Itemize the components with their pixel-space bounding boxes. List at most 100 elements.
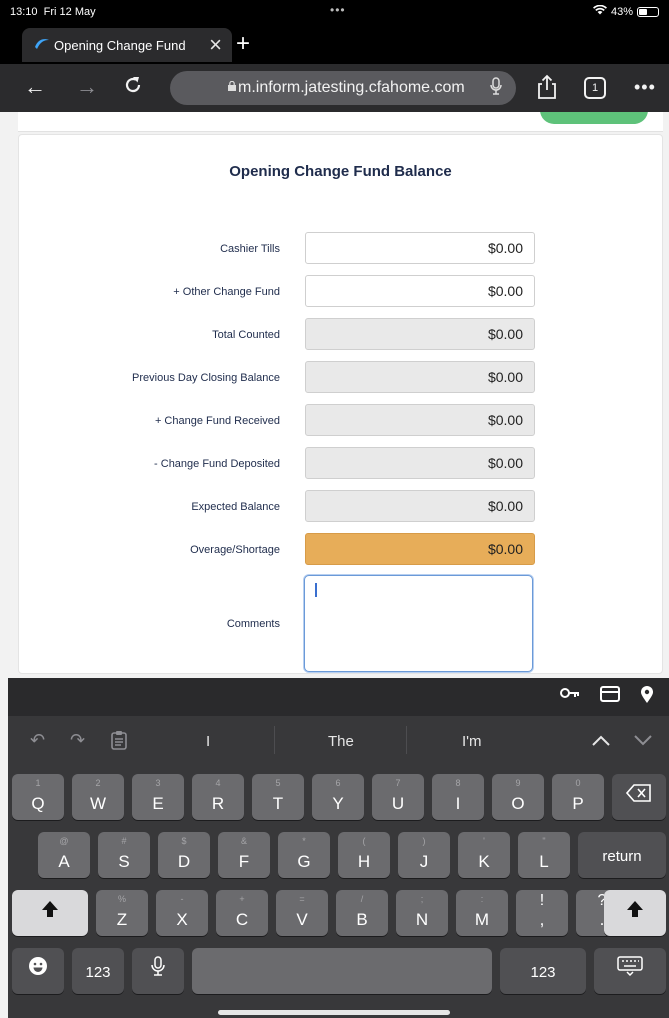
dictation-key[interactable] bbox=[132, 948, 184, 994]
key-s[interactable]: # S bbox=[98, 832, 150, 878]
change-fund-received-label: + Change Fund Received bbox=[154, 415, 280, 427]
microphone-icon bbox=[132, 956, 184, 981]
key-e[interactable]: 3E bbox=[132, 774, 184, 820]
key-x[interactable]: -X bbox=[156, 890, 208, 936]
change-fund-deposited-label: - Change Fund Deposited bbox=[154, 458, 280, 470]
emoji-key[interactable] bbox=[12, 948, 64, 994]
web-page: Opening Change Fund Balance Cashier Till… bbox=[0, 112, 669, 678]
undo-icon[interactable]: ↶ bbox=[30, 730, 45, 751]
location-pin-icon[interactable] bbox=[640, 686, 654, 709]
key-v[interactable]: = V bbox=[276, 890, 328, 936]
total-counted-value: $0.00 bbox=[305, 318, 535, 350]
key-z[interactable]: % Z bbox=[96, 890, 148, 936]
key-w[interactable]: 2W bbox=[72, 774, 124, 820]
numbers-key-left[interactable]: 123 bbox=[72, 948, 124, 994]
status-bar: 13:10 Fri 12 May ••• 43% bbox=[0, 0, 669, 22]
key-y[interactable]: 6Y bbox=[312, 774, 364, 820]
password-key-icon[interactable] bbox=[560, 686, 580, 704]
previous-day-closing-value: $0.00 bbox=[305, 361, 535, 393]
multitasking-dots-icon[interactable]: ••• bbox=[330, 3, 346, 17]
key-i[interactable]: 8I bbox=[432, 774, 484, 820]
keyboard-dismiss-icon bbox=[594, 956, 666, 981]
key-f[interactable]: & F bbox=[218, 832, 270, 878]
browser-toolbar: ← → m.inform.jatesting.cfahome.com 1 ••• bbox=[0, 64, 669, 112]
key-k[interactable]: ' K bbox=[458, 832, 510, 878]
other-change-fund-input[interactable]: $0.00 bbox=[305, 275, 535, 307]
key-g[interactable]: * G bbox=[278, 832, 330, 878]
more-options-icon[interactable]: ••• bbox=[634, 77, 656, 98]
credit-card-icon[interactable] bbox=[600, 686, 620, 707]
shift-arrow-icon bbox=[12, 900, 88, 923]
redo-icon[interactable]: ↷ bbox=[70, 730, 85, 751]
suggestion-2[interactable]: The bbox=[328, 733, 354, 750]
tab-switcher-button[interactable]: 1 bbox=[584, 77, 606, 99]
key-q[interactable]: 1Q bbox=[12, 774, 64, 820]
key-n[interactable]: ; N bbox=[396, 890, 448, 936]
key-r[interactable]: 4R bbox=[192, 774, 244, 820]
key-j[interactable]: ) J bbox=[398, 832, 450, 878]
shift-key-left[interactable] bbox=[12, 890, 88, 936]
key-l[interactable]: " L bbox=[518, 832, 570, 878]
site-favicon-icon bbox=[34, 38, 50, 53]
chevron-down-icon[interactable] bbox=[634, 730, 652, 751]
tab-title: Opening Change Fund bbox=[54, 38, 186, 53]
key-h[interactable]: (H bbox=[338, 832, 390, 878]
key-o[interactable]: 9O bbox=[492, 774, 544, 820]
hide-keyboard-key[interactable] bbox=[594, 948, 666, 994]
suggestion-divider bbox=[274, 726, 275, 754]
new-tab-icon[interactable]: + bbox=[236, 30, 250, 58]
microphone-icon[interactable] bbox=[490, 77, 502, 100]
back-icon[interactable]: ← bbox=[24, 74, 46, 100]
onscreen-keyboard: ↶ ↷ I The I'm 1Q 2W 3E 4R 5T 6Y 7U 8I 9O… bbox=[8, 716, 669, 1018]
home-indicator[interactable] bbox=[218, 1010, 450, 1015]
change-fund-card: Opening Change Fund Balance Cashier Till… bbox=[18, 134, 663, 674]
url-text: m.inform.jatesting.cfahome.com bbox=[238, 79, 465, 96]
chevron-up-icon[interactable] bbox=[592, 730, 610, 751]
key-c[interactable]: + C bbox=[216, 890, 268, 936]
key-comma[interactable]: !, bbox=[516, 890, 568, 936]
keyboard-accessory-bar bbox=[8, 678, 669, 716]
text-cursor bbox=[315, 583, 317, 597]
change-fund-deposited-value: $0.00 bbox=[305, 447, 535, 479]
previous-day-closing-label: Previous Day Closing Balance bbox=[132, 372, 280, 384]
space-bar[interactable] bbox=[192, 948, 492, 994]
key-b[interactable]: / B bbox=[336, 890, 388, 936]
paste-icon[interactable] bbox=[110, 730, 128, 755]
forward-icon[interactable]: → bbox=[76, 74, 98, 100]
header-green-button[interactable] bbox=[540, 112, 648, 124]
share-icon[interactable] bbox=[536, 74, 558, 106]
shift-key-right[interactable] bbox=[604, 890, 666, 936]
comments-textarea[interactable] bbox=[304, 575, 533, 672]
battery-percent: 43% bbox=[610, 5, 633, 18]
suggestion-1[interactable]: I bbox=[206, 733, 210, 750]
cashier-tills-input[interactable]: $0.00 bbox=[305, 232, 535, 264]
card-title: Opening Change Fund Balance bbox=[229, 163, 452, 180]
delete-backward-icon bbox=[612, 784, 666, 807]
reload-icon[interactable] bbox=[122, 74, 144, 102]
other-change-fund-label: + Other Change Fund bbox=[173, 286, 280, 298]
tab-strip: Opening Change Fund × + bbox=[0, 22, 669, 64]
key-a[interactable]: @ A bbox=[38, 832, 90, 878]
browser-tab[interactable]: Opening Change Fund × bbox=[22, 28, 232, 62]
close-tab-icon[interactable]: × bbox=[209, 32, 222, 58]
suggestion-3[interactable]: I'm bbox=[462, 733, 482, 750]
suggestion-bar: ↶ ↷ I The I'm bbox=[8, 716, 669, 766]
key-d[interactable]: $ D bbox=[158, 832, 210, 878]
total-counted-label: Total Counted bbox=[212, 329, 280, 341]
comments-label: Comments bbox=[226, 618, 280, 630]
address-bar[interactable]: m.inform.jatesting.cfahome.com bbox=[170, 71, 516, 105]
expected-balance-value: $0.00 bbox=[305, 490, 535, 522]
key-u[interactable]: 7U bbox=[372, 774, 424, 820]
key-m[interactable]: :M bbox=[456, 890, 508, 936]
key-t[interactable]: 5T bbox=[252, 774, 304, 820]
key-p[interactable]: 0P bbox=[552, 774, 604, 820]
numbers-key-right[interactable]: 123 bbox=[500, 948, 586, 994]
lock-icon bbox=[228, 80, 236, 94]
return-key[interactable]: return bbox=[578, 832, 666, 878]
cashier-tills-label: Cashier Tills bbox=[220, 243, 280, 255]
change-fund-received-value: $0.00 bbox=[305, 404, 535, 436]
status-right: 43% bbox=[592, 4, 659, 18]
status-time: 13:10 Fri 12 May bbox=[10, 6, 96, 18]
backspace-key[interactable] bbox=[612, 774, 666, 820]
emoji-icon bbox=[12, 956, 64, 981]
